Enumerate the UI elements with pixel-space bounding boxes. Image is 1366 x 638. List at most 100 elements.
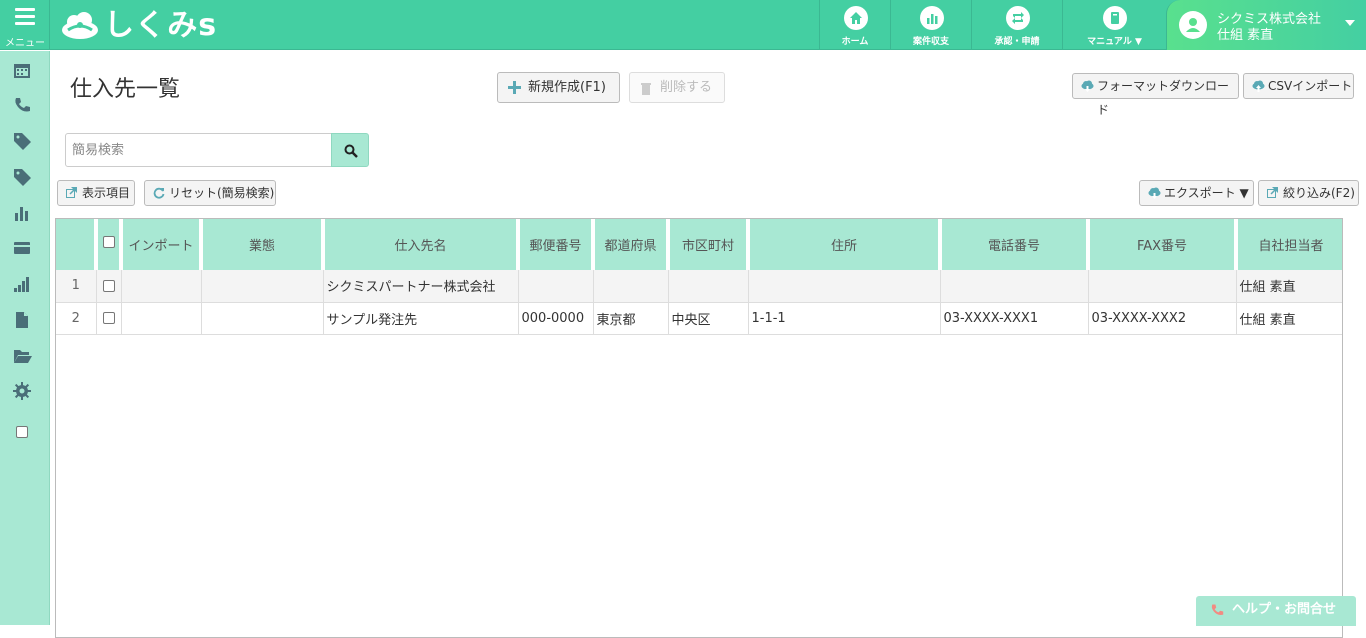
caret-down-icon [1345, 20, 1355, 26]
delete-button[interactable]: 削除する [629, 72, 725, 103]
bar-chart-icon [920, 6, 944, 30]
cell-staff: 仕組 素直 [1236, 270, 1342, 303]
cell-type [201, 302, 324, 335]
col-header-rownum [56, 219, 98, 270]
cell-type [201, 270, 324, 303]
tags-icon-2[interactable] [13, 168, 33, 188]
credit-card-icon[interactable] [13, 239, 33, 259]
retweet-icon [1006, 6, 1030, 30]
search-button[interactable] [331, 133, 369, 167]
cloud-download-icon [1081, 80, 1094, 92]
csv-import-label: CSVインポート [1268, 79, 1353, 93]
cell-city: 中央区 [668, 302, 749, 335]
cell-prefecture [593, 270, 669, 303]
csv-import-button[interactable]: CSVインポート [1243, 73, 1354, 99]
nav-project-balance[interactable]: 案件収支 [890, 0, 971, 50]
select-all-checkbox[interactable] [102, 235, 115, 248]
phone-icon[interactable] [13, 96, 33, 116]
tags-icon[interactable] [13, 132, 33, 152]
new-button-label: 新規作成(F1) [528, 80, 606, 95]
external-link-icon [1267, 187, 1278, 198]
col-header-city[interactable]: 市区町村 [668, 219, 750, 270]
folder-open-icon[interactable] [13, 347, 33, 367]
cloud-download-icon [1148, 187, 1161, 199]
phone-icon [1211, 604, 1224, 616]
row-select-cell[interactable] [96, 270, 122, 303]
cell-city [668, 270, 749, 303]
col-header-staff[interactable]: 自社担当者 [1236, 219, 1342, 270]
nav-home-label: ホーム [841, 37, 869, 47]
menu-button[interactable]: メニュー [0, 0, 50, 50]
help-contact-button[interactable]: ヘルプ・お問合せ [1196, 596, 1356, 626]
search-input[interactable] [65, 133, 332, 167]
col-header-select[interactable] [96, 219, 123, 270]
col-header-prefecture[interactable]: 都道府県 [593, 219, 670, 270]
col-header-tel[interactable]: 電話番号 [940, 219, 1090, 270]
row-checkbox[interactable] [102, 279, 115, 292]
row-number: 2 [56, 302, 97, 335]
export-button[interactable]: エクスポート ▼ [1139, 180, 1254, 206]
col-header-zip[interactable]: 郵便番号 [518, 219, 595, 270]
cell-fax [1088, 270, 1237, 303]
col-header-type[interactable]: 業態 [201, 219, 325, 270]
signal-icon[interactable] [13, 275, 33, 295]
col-header-address[interactable]: 住所 [748, 219, 942, 270]
cell-fax: 03-XXXX-XXX2 [1088, 302, 1237, 335]
calendar-icon[interactable] [13, 61, 33, 81]
table-row[interactable]: 1 シクミスパートナー株式会社 仕組 素直 [56, 270, 1342, 303]
delete-button-label: 削除する [660, 80, 713, 95]
user-menu[interactable]: シクミス株式会社 仕組 素直 [1166, 0, 1366, 50]
display-items-button[interactable]: 表示項目 [57, 180, 135, 206]
home-icon [844, 6, 868, 30]
row-select-cell[interactable] [96, 302, 122, 335]
top-bar: メニュー しくみs ホーム 案件収支 承認・申請 マニュアル ▼ シクミス株式会… [0, 0, 1366, 50]
cell-prefecture: 東京都 [593, 302, 669, 335]
row-number: 1 [56, 270, 97, 303]
nav-approval[interactable]: 承認・申請 [971, 0, 1062, 50]
nav-approval-label: 承認・申請 [994, 37, 1040, 47]
cell-import [121, 302, 202, 335]
search-icon [344, 144, 358, 158]
export-label: エクスポート ▼ [1164, 186, 1249, 200]
filter-label: 絞り込み(F2) [1283, 186, 1355, 200]
cell-address [748, 270, 941, 303]
cell-supplier-name[interactable]: シクミスパートナー株式会社 [323, 270, 519, 303]
checkbox-icon[interactable] [16, 421, 36, 441]
col-header-supplier-name[interactable]: 仕入先名 [323, 219, 520, 270]
row-checkbox[interactable] [102, 312, 115, 324]
sidebar-checkbox[interactable] [16, 425, 28, 438]
gear-icon[interactable] [13, 382, 33, 402]
format-download-button[interactable]: フォーマットダウンロード [1072, 73, 1239, 117]
reset-label: リセット(簡易検索) [169, 186, 275, 200]
cell-tel: 03-XXXX-XXX1 [940, 302, 1089, 335]
trash-icon [641, 83, 651, 95]
col-header-import[interactable]: インポート [121, 219, 203, 270]
nav-manual[interactable]: マニュアル ▼ [1062, 0, 1166, 50]
nav-home[interactable]: ホーム [819, 0, 890, 50]
cell-supplier-name[interactable]: サンプル発注先 [323, 302, 519, 335]
cell-address: 1-1-1 [748, 302, 941, 335]
nav-manual-label: マニュアル ▼ [1087, 37, 1142, 47]
display-items-label: 表示項目 [82, 186, 131, 200]
cell-staff: 仕組 素直 [1236, 302, 1342, 335]
user-name: 仕組 素直 [1217, 28, 1274, 43]
sidebar [0, 51, 50, 625]
filter-button[interactable]: 絞り込み(F2) [1258, 180, 1359, 206]
file-icon[interactable] [13, 311, 33, 331]
new-button[interactable]: 新規作成(F1) [497, 72, 620, 103]
cell-zip [518, 270, 594, 303]
bar-chart-icon[interactable] [13, 204, 33, 224]
logo-text: しくみs [104, 8, 218, 43]
logo[interactable]: しくみs [60, 8, 220, 44]
table-row[interactable]: 2 サンプル発注先 000-0000 東京都 中央区 1-1-1 03-XXXX… [56, 302, 1342, 335]
refresh-icon [153, 187, 165, 199]
book-icon [1103, 6, 1127, 30]
hamburger-icon [15, 8, 35, 26]
cell-zip: 000-0000 [518, 302, 594, 335]
reset-button[interactable]: リセット(簡易検索) [144, 180, 276, 206]
external-link-icon [66, 187, 77, 198]
cell-tel [940, 270, 1089, 303]
col-header-fax[interactable]: FAX番号 [1088, 219, 1238, 270]
menu-label: メニュー [5, 38, 45, 49]
page-title: 仕入先一覧 [70, 77, 181, 102]
